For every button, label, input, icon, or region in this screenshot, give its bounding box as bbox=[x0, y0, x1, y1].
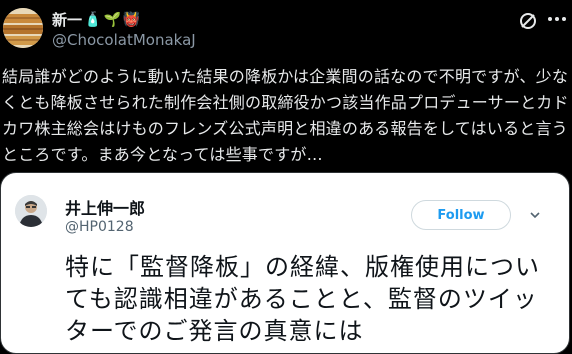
more-options-icon[interactable] bbox=[548, 17, 566, 21]
avatar[interactable] bbox=[3, 8, 43, 48]
x-logo-icon[interactable] bbox=[517, 10, 539, 32]
quoted-user-handle[interactable]: @HP0128 bbox=[65, 219, 134, 235]
tweet-header: 新一 🧴 🌱 👹 @ChocolatMonakaJ bbox=[0, 0, 572, 60]
display-name[interactable]: 新一 bbox=[52, 9, 82, 30]
quoted-avatar[interactable] bbox=[15, 195, 47, 227]
ogre-emoji-icon: 👹 bbox=[122, 11, 141, 28]
user-handle[interactable]: @ChocolatMonakaJ bbox=[52, 31, 196, 49]
follow-button[interactable]: Follow bbox=[411, 200, 511, 230]
monaka-avatar-image bbox=[3, 8, 43, 48]
seedling-emoji-icon: 🌱 bbox=[103, 11, 121, 28]
chevron-down-icon[interactable] bbox=[527, 207, 543, 223]
name-row: 新一 🧴 🌱 👹 bbox=[52, 9, 140, 30]
quoted-tweet-card[interactable]: 井上伸一郎 @HP0128 Follow 特に「監督降板」の経緯、版権使用につい… bbox=[0, 172, 570, 354]
quoted-display-name[interactable]: 井上伸一郎 bbox=[65, 195, 145, 219]
lotion-emoji-icon: 🧴 bbox=[84, 11, 102, 28]
person-avatar-image bbox=[15, 195, 47, 227]
tweet-text: 結局誰がどのように動いた結果の降板かは企業間の話なので不明ですが、少なくとも降板… bbox=[2, 67, 569, 164]
quoted-tweet-text: 特に「監督降板」の経緯、版権使用についても認識相違があることと、監督のツイッター… bbox=[65, 253, 540, 345]
